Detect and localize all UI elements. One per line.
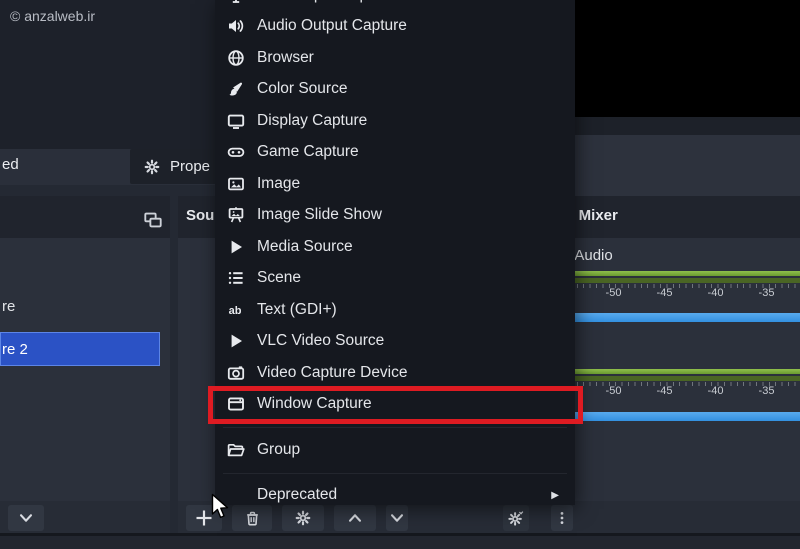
menu-item-label: Media Source: [257, 238, 353, 256]
menu-item-label: Video Capture Device: [257, 364, 408, 382]
play-icon: [225, 237, 247, 257]
menu-item-color-source[interactable]: Color Source ▶: [215, 74, 575, 106]
scene-item-label: re 2: [2, 341, 28, 358]
black-preview-area: [565, 0, 800, 117]
menu-item-label: Image Slide Show: [257, 206, 382, 224]
menu-item-video-capture-device[interactable]: Video Capture Device ▶: [215, 357, 575, 389]
scenes-toolbar: [8, 505, 44, 531]
properties-button[interactable]: Prope: [130, 149, 216, 184]
slideshow-icon: [225, 205, 247, 225]
meter-tick-label: -45: [639, 287, 690, 299]
menu-item-label: Color Source: [257, 80, 347, 98]
preview-bottom-band: [565, 117, 800, 135]
gear-icon: [292, 508, 314, 528]
menu-item-audio-output-capture[interactable]: Audio Output Capture ▶: [215, 11, 575, 43]
play-icon: [225, 331, 247, 351]
menu-item-vlc-video-source[interactable]: VLC Video Source ▶: [215, 326, 575, 358]
mouse-cursor-icon: [211, 493, 231, 521]
menu-item-text-gdi[interactable]: ab Text (GDI+) ▶: [215, 294, 575, 326]
camera-icon: [225, 363, 247, 383]
svg-text:ab: ab: [229, 305, 242, 317]
scene-item-re-2[interactable]: re 2: [0, 332, 160, 366]
menu-item-label: Audio Input Capture: [257, 0, 395, 4]
menu-item-audio-input-capture[interactable]: Audio Input Capture ▶: [215, 0, 575, 11]
menu-item-label: Scene: [257, 269, 301, 287]
add-source-menu: Audio Input Capture ▶ Audio Output Captu…: [215, 0, 575, 505]
meter-tick-label: -50: [588, 385, 639, 397]
meter-tick-label: -35: [741, 385, 792, 397]
meter-tick-label: -35: [741, 287, 792, 299]
chevron-up-icon: [344, 508, 366, 528]
menu-item-image[interactable]: Image ▶: [215, 168, 575, 200]
status-bar: [0, 536, 800, 549]
menu-separator: [215, 466, 575, 480]
toolbar-text-fragment: ed: [2, 156, 19, 173]
meter-tick-label: -40: [690, 385, 741, 397]
gamepad-icon: [225, 142, 247, 162]
menu-item-browser[interactable]: Browser ▶: [215, 42, 575, 74]
submenu-arrow-icon: ▶: [551, 490, 559, 501]
menu-item-label: Image: [257, 175, 300, 193]
kebab-icon: [551, 508, 573, 528]
chevron-down-icon: [386, 508, 408, 528]
paintbrush-icon: [225, 79, 247, 99]
meter-scale: -50-45-40-35: [588, 287, 800, 299]
monitor-icon: [225, 111, 247, 131]
image-icon: [225, 174, 247, 194]
gear-icon: [141, 157, 163, 177]
menu-item-label: Group: [257, 441, 300, 459]
menu-item-game-capture[interactable]: Game Capture ▶: [215, 137, 575, 169]
list-icon: [225, 268, 247, 288]
chevron-down-icon: [15, 508, 37, 528]
obs-window: © anzalweb.ir ed Prope Sources Audio Mix…: [0, 0, 800, 549]
menu-item-label: Text (GDI+): [257, 301, 337, 319]
popout-dock-icon[interactable]: [142, 209, 164, 231]
gear-advanced-icon: [505, 508, 527, 528]
menu-item-label: Browser: [257, 49, 314, 67]
menu-item-media-source[interactable]: Media Source ▶: [215, 231, 575, 263]
menu-item-label: VLC Video Source: [257, 332, 384, 350]
menu-item-scene[interactable]: Scene ▶: [215, 263, 575, 295]
menu-item-label: Game Capture: [257, 143, 359, 161]
menu-item-group[interactable]: Group ▶: [215, 434, 575, 466]
meter-scale: -50-45-40-35: [588, 385, 800, 397]
folder-open-icon: [225, 440, 247, 460]
text-icon: ab: [225, 300, 247, 320]
watermark-text: © anzalweb.ir: [10, 8, 95, 24]
move-scene-down-button[interactable]: [8, 505, 44, 531]
meter-tick-label: -50: [588, 287, 639, 299]
scene-item-label: re: [2, 298, 15, 315]
menu-item-image-slide-show[interactable]: Image Slide Show ▶: [215, 200, 575, 232]
microphone-icon: [225, 0, 247, 5]
meter-tick-label: -45: [639, 385, 690, 397]
menu-item-label: Deprecated: [257, 486, 337, 504]
properties-button-label: Prope: [170, 158, 210, 175]
scene-list: re re 2: [0, 289, 170, 375]
scene-item-re[interactable]: re: [0, 289, 160, 323]
trash-icon: [241, 508, 263, 528]
speaker-icon: [225, 16, 247, 36]
highlight-box: [208, 386, 583, 424]
menu-item-label: Audio Output Capture: [257, 17, 407, 35]
menu-item-label: Display Capture: [257, 112, 367, 130]
menu-item-display-capture[interactable]: Display Capture ▶: [215, 105, 575, 137]
menu-item-deprecated[interactable]: Deprecated ▶: [215, 480, 575, 512]
globe-icon: [225, 48, 247, 68]
panel-divider: [170, 501, 178, 533]
meter-tick-label: -40: [690, 287, 741, 299]
right-toolbar-band: [560, 135, 800, 196]
